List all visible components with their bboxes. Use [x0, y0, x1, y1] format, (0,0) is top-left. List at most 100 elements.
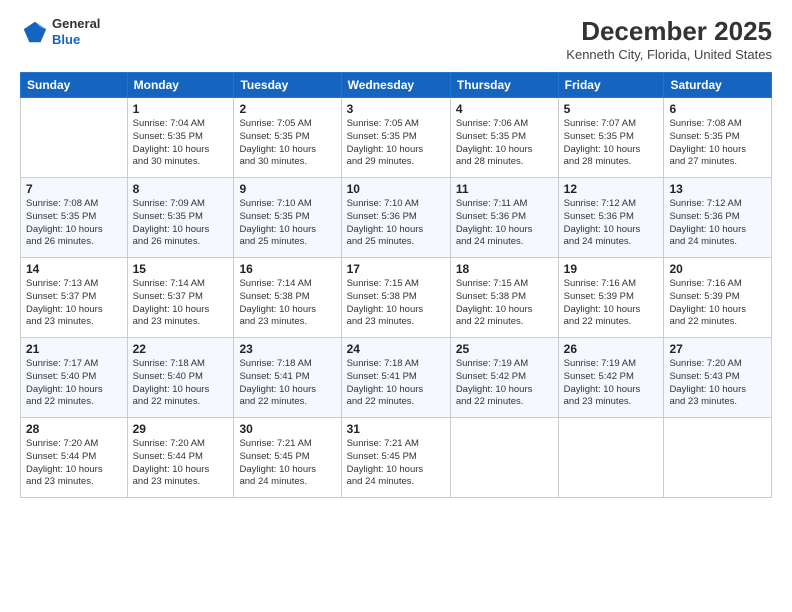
day-info: Sunrise: 7:11 AM Sunset: 5:36 PM Dayligh… [456, 198, 553, 249]
calendar-body: 1 Sunrise: 7:04 AM Sunset: 5:35 PM Daylig… [21, 98, 772, 498]
day-cell: 4Sunrise: 7:06 AM Sunset: 5:35 PM Daylig… [450, 98, 558, 178]
day-cell: 6 Sunrise: 7:08 AM Sunset: 5:35 PM Daylig… [664, 98, 772, 178]
day-number: 11 [456, 182, 553, 196]
day-cell: 23 Sunrise: 7:18 AM Sunset: 5:41 PM Dayli… [234, 338, 341, 418]
day-number: 20 [669, 262, 766, 276]
day-number: 21 [26, 342, 122, 356]
day-number: 25 [456, 342, 553, 356]
header-cell-sunday: Sunday [21, 73, 128, 98]
day-info: Sunrise: 7:20 AM Sunset: 5:43 PM Dayligh… [669, 358, 766, 409]
day-number: 9 [239, 182, 335, 196]
header-cell-saturday: Saturday [664, 73, 772, 98]
day-info: Sunrise: 7:14 AM Sunset: 5:38 PM Dayligh… [239, 278, 335, 329]
day-info: Sunrise: 7:19 AM Sunset: 5:42 PM Dayligh… [564, 358, 659, 409]
day-number: 10 [347, 182, 445, 196]
day-number: 3 [347, 102, 445, 116]
day-number: 17 [347, 262, 445, 276]
day-cell [664, 418, 772, 498]
logo-text: General Blue [52, 16, 100, 47]
calendar-header: SundayMondayTuesdayWednesdayThursdayFrid… [21, 73, 772, 98]
day-number: 8 [133, 182, 229, 196]
day-info: Sunrise: 7:05 AM Sunset: 5:35 PM Dayligh… [239, 118, 335, 169]
day-number: 29 [133, 422, 229, 436]
day-cell: 5Sunrise: 7:07 AM Sunset: 5:35 PM Daylig… [558, 98, 664, 178]
day-cell: 13Sunrise: 7:12 AM Sunset: 5:36 PM Dayli… [664, 178, 772, 258]
header-cell-thursday: Thursday [450, 73, 558, 98]
day-cell [450, 418, 558, 498]
header: General Blue December 2025 Kenneth City,… [20, 16, 772, 62]
week-row-3: 14Sunrise: 7:13 AM Sunset: 5:37 PM Dayli… [21, 258, 772, 338]
day-number: 23 [239, 342, 335, 356]
day-info: Sunrise: 7:08 AM Sunset: 5:35 PM Dayligh… [669, 118, 766, 169]
day-number: 31 [347, 422, 445, 436]
day-cell: 24 Sunrise: 7:18 AM Sunset: 5:41 PM Dayli… [341, 338, 450, 418]
day-number: 24 [347, 342, 445, 356]
day-cell: 12 Sunrise: 7:12 AM Sunset: 5:36 PM Dayli… [558, 178, 664, 258]
day-cell: 1 Sunrise: 7:04 AM Sunset: 5:35 PM Daylig… [127, 98, 234, 178]
day-cell: 17 Sunrise: 7:15 AM Sunset: 5:38 PM Dayli… [341, 258, 450, 338]
day-number: 19 [564, 262, 659, 276]
day-info: Sunrise: 7:18 AM Sunset: 5:41 PM Dayligh… [347, 358, 445, 409]
day-info: Sunrise: 7:05 AM Sunset: 5:35 PM Dayligh… [347, 118, 445, 169]
day-cell: 2 Sunrise: 7:05 AM Sunset: 5:35 PM Daylig… [234, 98, 341, 178]
header-row: SundayMondayTuesdayWednesdayThursdayFrid… [21, 73, 772, 98]
day-cell [558, 418, 664, 498]
logo-general: General [52, 16, 100, 32]
logo-icon [20, 18, 48, 46]
day-info: Sunrise: 7:21 AM Sunset: 5:45 PM Dayligh… [239, 438, 335, 489]
day-number: 14 [26, 262, 122, 276]
day-info: Sunrise: 7:21 AM Sunset: 5:45 PM Dayligh… [347, 438, 445, 489]
day-info: Sunrise: 7:10 AM Sunset: 5:35 PM Dayligh… [239, 198, 335, 249]
day-cell: 21 Sunrise: 7:17 AM Sunset: 5:40 PM Dayli… [21, 338, 128, 418]
day-info: Sunrise: 7:18 AM Sunset: 5:40 PM Dayligh… [133, 358, 229, 409]
day-info: Sunrise: 7:16 AM Sunset: 5:39 PM Dayligh… [564, 278, 659, 329]
header-cell-friday: Friday [558, 73, 664, 98]
day-cell: 8 Sunrise: 7:09 AM Sunset: 5:35 PM Daylig… [127, 178, 234, 258]
week-row-1: 1 Sunrise: 7:04 AM Sunset: 5:35 PM Daylig… [21, 98, 772, 178]
day-info: Sunrise: 7:12 AM Sunset: 5:36 PM Dayligh… [564, 198, 659, 249]
header-cell-wednesday: Wednesday [341, 73, 450, 98]
day-cell [21, 98, 128, 178]
week-row-2: 7Sunrise: 7:08 AM Sunset: 5:35 PM Daylig… [21, 178, 772, 258]
day-info: Sunrise: 7:04 AM Sunset: 5:35 PM Dayligh… [133, 118, 229, 169]
day-info: Sunrise: 7:09 AM Sunset: 5:35 PM Dayligh… [133, 198, 229, 249]
day-info: Sunrise: 7:12 AM Sunset: 5:36 PM Dayligh… [669, 198, 766, 249]
day-cell: 18Sunrise: 7:15 AM Sunset: 5:38 PM Dayli… [450, 258, 558, 338]
day-number: 28 [26, 422, 122, 436]
logo: General Blue [20, 16, 100, 47]
day-cell: 28 Sunrise: 7:20 AM Sunset: 5:44 PM Dayli… [21, 418, 128, 498]
day-number: 6 [669, 102, 766, 116]
day-cell: 26 Sunrise: 7:19 AM Sunset: 5:42 PM Dayli… [558, 338, 664, 418]
day-info: Sunrise: 7:16 AM Sunset: 5:39 PM Dayligh… [669, 278, 766, 329]
day-number: 22 [133, 342, 229, 356]
day-number: 4 [456, 102, 553, 116]
day-cell: 29Sunrise: 7:20 AM Sunset: 5:44 PM Dayli… [127, 418, 234, 498]
page: General Blue December 2025 Kenneth City,… [0, 0, 792, 612]
day-info: Sunrise: 7:15 AM Sunset: 5:38 PM Dayligh… [456, 278, 553, 329]
day-number: 30 [239, 422, 335, 436]
day-cell: 16Sunrise: 7:14 AM Sunset: 5:38 PM Dayli… [234, 258, 341, 338]
day-info: Sunrise: 7:08 AM Sunset: 5:35 PM Dayligh… [26, 198, 122, 249]
header-cell-monday: Monday [127, 73, 234, 98]
title-block: December 2025 Kenneth City, Florida, Uni… [566, 16, 772, 62]
day-number: 2 [239, 102, 335, 116]
day-number: 26 [564, 342, 659, 356]
day-number: 12 [564, 182, 659, 196]
day-number: 5 [564, 102, 659, 116]
day-number: 27 [669, 342, 766, 356]
day-info: Sunrise: 7:20 AM Sunset: 5:44 PM Dayligh… [26, 438, 122, 489]
day-cell: 22 Sunrise: 7:18 AM Sunset: 5:40 PM Dayli… [127, 338, 234, 418]
day-info: Sunrise: 7:15 AM Sunset: 5:38 PM Dayligh… [347, 278, 445, 329]
week-row-5: 28 Sunrise: 7:20 AM Sunset: 5:44 PM Dayli… [21, 418, 772, 498]
day-info: Sunrise: 7:18 AM Sunset: 5:41 PM Dayligh… [239, 358, 335, 409]
day-info: Sunrise: 7:10 AM Sunset: 5:36 PM Dayligh… [347, 198, 445, 249]
logo-blue: Blue [52, 32, 100, 48]
day-info: Sunrise: 7:17 AM Sunset: 5:40 PM Dayligh… [26, 358, 122, 409]
day-cell: 19 Sunrise: 7:16 AM Sunset: 5:39 PM Dayli… [558, 258, 664, 338]
day-cell: 27 Sunrise: 7:20 AM Sunset: 5:43 PM Dayli… [664, 338, 772, 418]
day-number: 1 [133, 102, 229, 116]
day-cell: 30 Sunrise: 7:21 AM Sunset: 5:45 PM Dayli… [234, 418, 341, 498]
header-cell-tuesday: Tuesday [234, 73, 341, 98]
day-cell: 20 Sunrise: 7:16 AM Sunset: 5:39 PM Dayli… [664, 258, 772, 338]
calendar-title: December 2025 [566, 16, 772, 47]
